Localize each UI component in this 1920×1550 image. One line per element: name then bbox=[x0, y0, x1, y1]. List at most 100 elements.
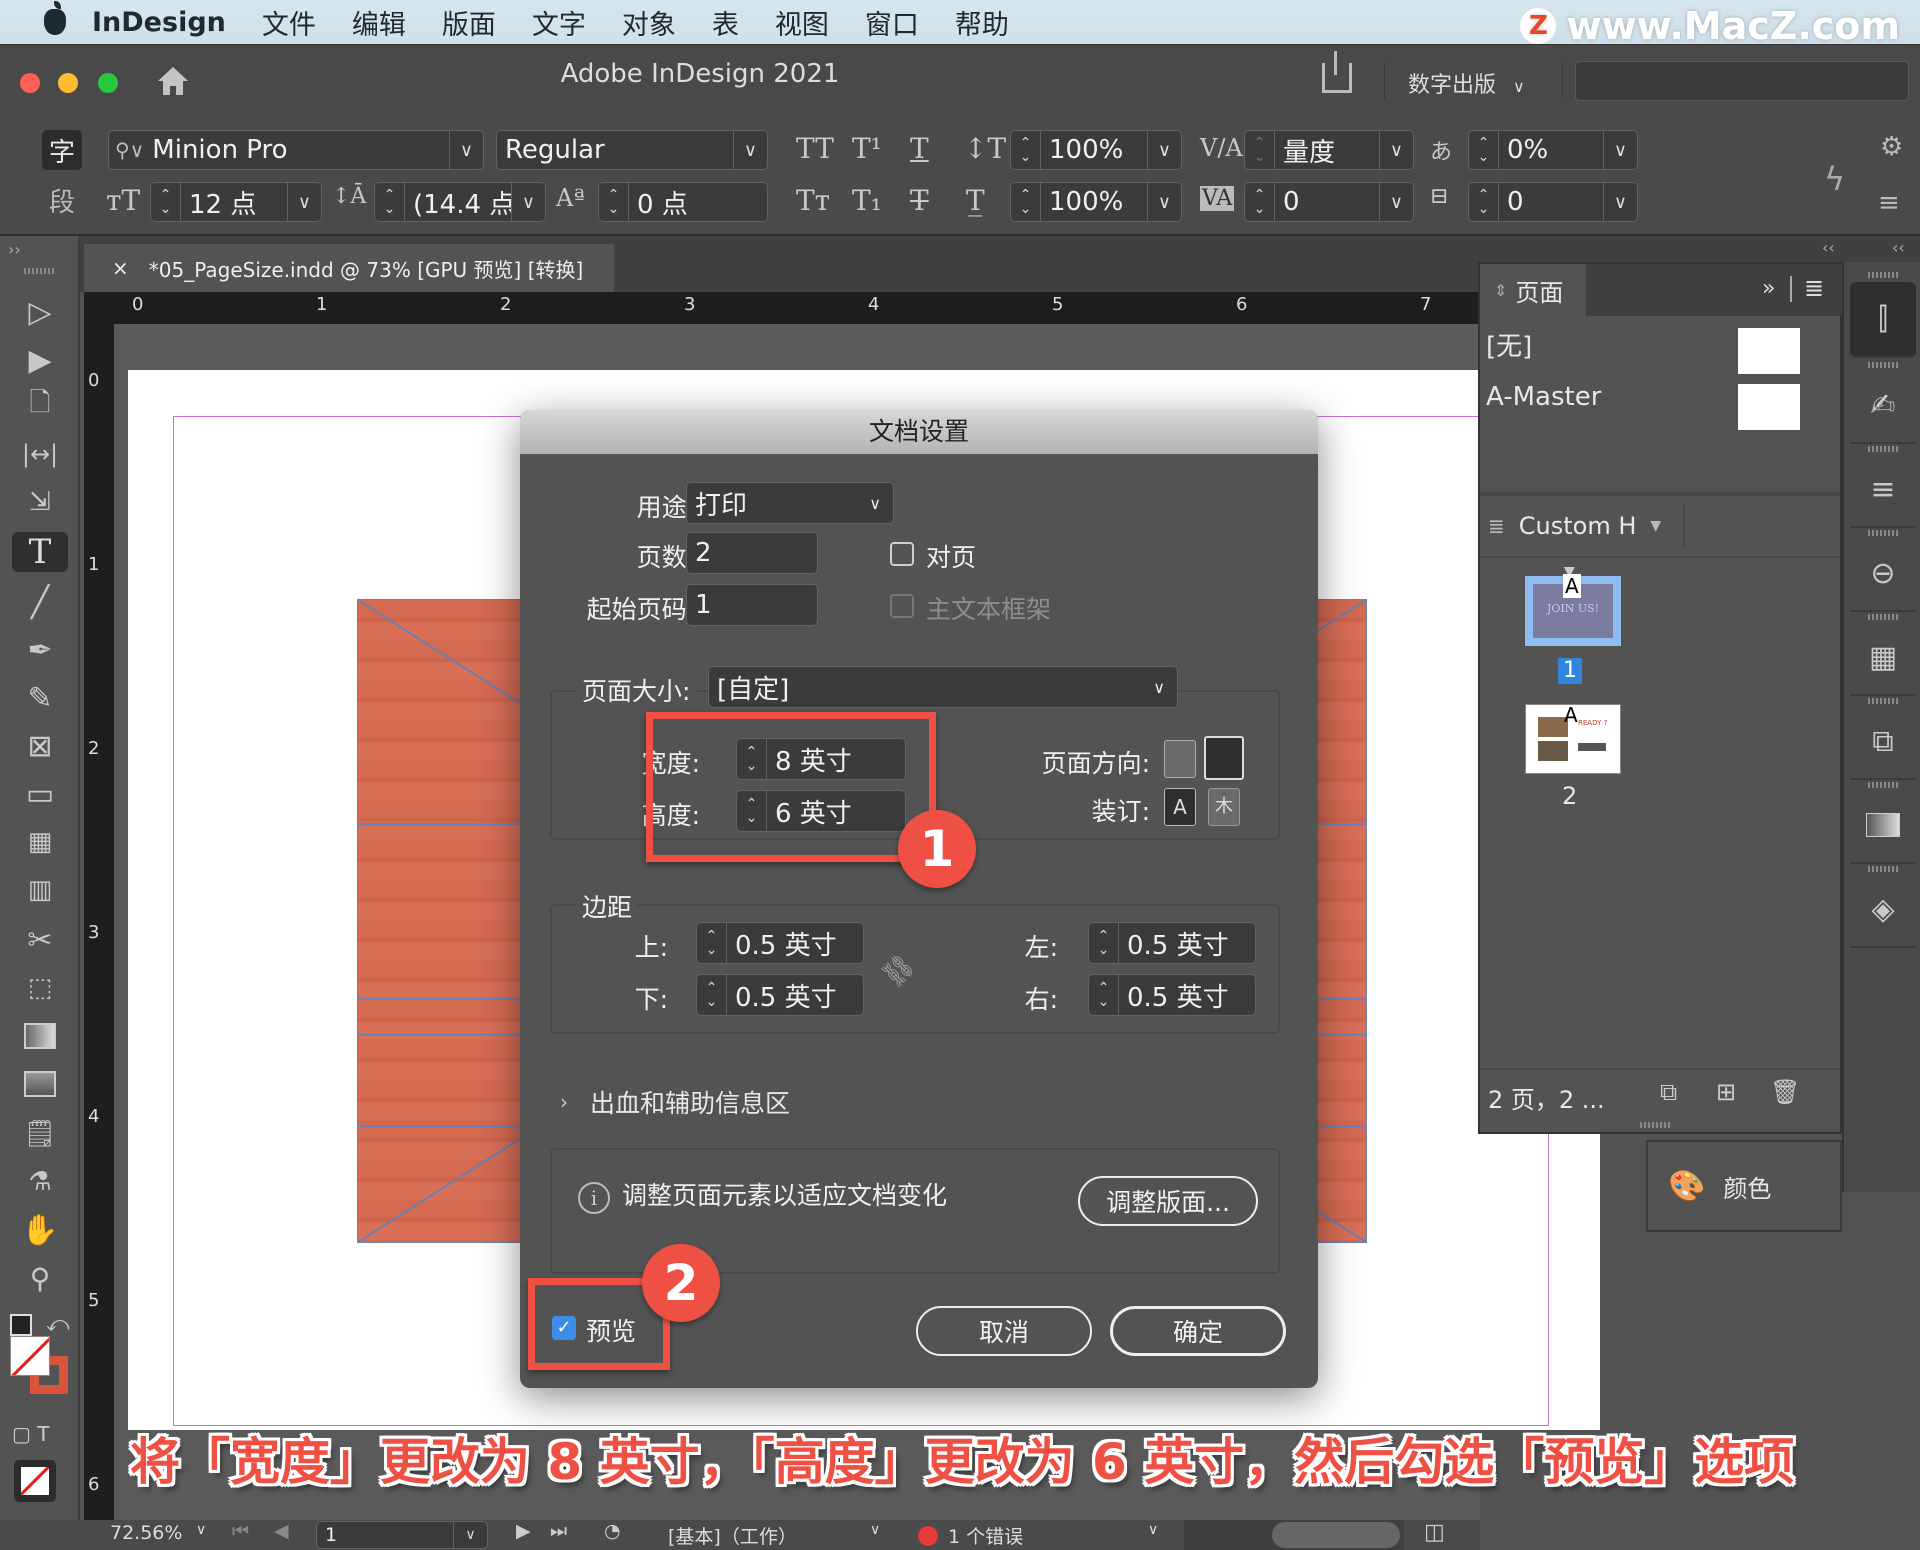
split-window-icon[interactable]: ◫ bbox=[1424, 1520, 1445, 1545]
preflight-profile[interactable]: [基本]（工作） bbox=[668, 1522, 797, 1549]
new-page-icon[interactable]: ⊞ bbox=[1716, 1078, 1736, 1106]
content-collector-tool-icon[interactable]: ⇲ bbox=[12, 482, 68, 522]
edit-page-size-icon[interactable]: ⧉ bbox=[1660, 1078, 1677, 1106]
strikethrough-icon[interactable]: T bbox=[910, 184, 929, 217]
pages-input[interactable]: 2 bbox=[686, 532, 818, 574]
cc-libraries-icon[interactable]: ✍ bbox=[1850, 368, 1916, 444]
page-2-thumb[interactable]: READY ? A bbox=[1525, 703, 1621, 774]
tsume-field[interactable]: ⌃ ⌄ 0% ∨ bbox=[1468, 130, 1638, 170]
links-icon[interactable]: ⊖ bbox=[1850, 536, 1916, 612]
scrollbar-thumb[interactable] bbox=[1272, 1522, 1400, 1548]
default-fill-stroke-icon[interactable] bbox=[10, 1314, 32, 1336]
panel-menu-icon[interactable]: ≣ bbox=[1804, 274, 1824, 302]
preflight-icon[interactable]: ◔ bbox=[604, 1520, 621, 1542]
trash-icon[interactable]: 🗑 bbox=[1770, 1078, 1800, 1106]
quick-actions-lightning-icon[interactable]: ϟ bbox=[1824, 160, 1845, 198]
menu-app-name[interactable]: InDesign bbox=[92, 7, 226, 38]
pages-view-selector[interactable]: ≣ Custom H ▼ bbox=[1480, 496, 1840, 558]
margin-right-input[interactable]: ⌃ ⌄ 0.5 英寸 bbox=[1088, 974, 1256, 1016]
chevron-down-icon[interactable]: ∨ bbox=[449, 131, 483, 169]
stepper-icon[interactable]: ⌃ ⌄ bbox=[697, 975, 727, 1015]
baseline-shift-field[interactable]: ⌃ ⌄ 0 点 bbox=[598, 182, 768, 222]
scissors-tool-icon[interactable]: ✂ bbox=[12, 920, 68, 960]
pencil-tool-icon[interactable]: ✎ bbox=[12, 678, 68, 718]
last-page-icon[interactable]: ⏭ bbox=[550, 1520, 567, 1542]
chevron-down-icon[interactable]: ∨ bbox=[1379, 183, 1413, 221]
intent-select[interactable]: 打印 ∨ bbox=[686, 482, 894, 524]
character-mode-button[interactable]: 字 bbox=[42, 130, 82, 170]
expand-panel-icon[interactable]: » bbox=[1762, 276, 1775, 301]
horizontal-scale-field[interactable]: ⌃ ⌄ 100% ∨ bbox=[1010, 182, 1182, 222]
menu-view[interactable]: 视图 bbox=[775, 3, 829, 42]
small-caps-icon[interactable]: Tᴛ bbox=[796, 184, 830, 217]
page-1-thumb[interactable]: JOIN US! A bbox=[1525, 574, 1621, 646]
stepper-icon[interactable]: ⌃ ⌄ bbox=[151, 183, 181, 221]
grip-handle[interactable] bbox=[1640, 1122, 1670, 1128]
chevron-down-icon[interactable]: ∨ bbox=[196, 1522, 206, 1538]
margin-top-input[interactable]: ⌃ ⌄ 0.5 英寸 bbox=[696, 922, 864, 964]
pen-tool-icon[interactable]: ✒ bbox=[12, 630, 68, 670]
grid-count-field[interactable]: ⌃ ⌄ 0 ∨ bbox=[1468, 182, 1638, 222]
zoom-level[interactable]: 72.56% bbox=[110, 1522, 182, 1544]
stepper-icon[interactable]: ⌃ ⌄ bbox=[1089, 975, 1119, 1015]
stepper-icon[interactable]: ⌃ ⌄ bbox=[1245, 131, 1275, 169]
master-a[interactable]: A-Master bbox=[1486, 382, 1601, 412]
superscript-icon[interactable]: T¹ bbox=[852, 132, 882, 165]
vertical-scale-field[interactable]: ⌃ ⌄ 100% ∨ bbox=[1010, 130, 1182, 170]
first-page-icon[interactable]: ⏮ bbox=[232, 1520, 249, 1542]
gradient-icon[interactable] bbox=[1850, 788, 1916, 864]
grip-handle[interactable] bbox=[24, 268, 54, 274]
menu-layout[interactable]: 版面 bbox=[442, 3, 496, 42]
facing-pages-checkbox[interactable] bbox=[890, 542, 914, 566]
stepper-icon[interactable]: ⌃ ⌄ bbox=[1011, 131, 1041, 169]
table-tool-icon[interactable]: ▦ bbox=[12, 822, 68, 862]
chevron-down-icon[interactable]: ∨ bbox=[453, 1522, 487, 1548]
stepper-icon[interactable]: ⌃ ⌄ bbox=[697, 923, 727, 963]
start-page-input[interactable]: 1 bbox=[686, 584, 818, 626]
margin-bottom-input[interactable]: ⌃ ⌄ 0.5 英寸 bbox=[696, 974, 864, 1016]
left-to-right-binding-icon[interactable]: A bbox=[1164, 788, 1196, 826]
rectangle-tool-icon[interactable]: ▭ bbox=[12, 774, 68, 814]
tracking-field[interactable]: ⌃ ⌄ 0 ∨ bbox=[1244, 182, 1414, 222]
swap-fill-stroke-icon[interactable]: ⤺ bbox=[46, 1312, 70, 1337]
adjust-layout-button[interactable]: 调整版面... bbox=[1078, 1176, 1258, 1226]
chevron-down-icon[interactable]: ∨ bbox=[870, 1522, 880, 1538]
all-caps-icon[interactable]: TT bbox=[796, 132, 834, 165]
gap-tool-icon[interactable]: |↔| bbox=[12, 434, 68, 474]
previous-page-icon[interactable]: ◀ bbox=[274, 1520, 289, 1542]
page-2-number[interactable]: 2 bbox=[1562, 782, 1577, 810]
close-tab-icon[interactable]: × bbox=[112, 256, 129, 280]
pages-panel-icon[interactable]: ⫿ bbox=[1850, 282, 1916, 358]
rectangle-frame-tool-icon[interactable]: ⊠ bbox=[12, 726, 68, 766]
menu-table[interactable]: 表 bbox=[712, 3, 739, 42]
leading-field[interactable]: ⌃ ⌄ (14.4 点 ∨ bbox=[374, 182, 546, 222]
selection-tool-icon[interactable]: ▷ bbox=[12, 292, 68, 332]
table-column-tool-icon[interactable]: ▥ bbox=[12, 870, 68, 910]
fill-swatch-none[interactable] bbox=[10, 1336, 50, 1376]
pages-panel-tab[interactable]: ⇕ 页面 bbox=[1480, 264, 1586, 316]
menu-edit[interactable]: 编辑 bbox=[352, 3, 406, 42]
direct-selection-tool-icon[interactable]: ▶ bbox=[12, 340, 68, 380]
next-page-icon[interactable]: ▶ bbox=[516, 1520, 531, 1542]
gear-icon[interactable]: ⚙ bbox=[1880, 132, 1903, 162]
chevron-down-icon[interactable]: ∨ bbox=[1379, 131, 1413, 169]
swatches-icon[interactable]: ▦ bbox=[1850, 620, 1916, 696]
collapse-panels-icon[interactable]: ‹‹ bbox=[1822, 238, 1835, 257]
menu-help[interactable]: 帮助 bbox=[955, 3, 1009, 42]
share-icon[interactable] bbox=[1322, 51, 1352, 93]
chevron-down-icon[interactable]: ∨ bbox=[1147, 183, 1181, 221]
chevron-down-icon[interactable]: ∨ bbox=[287, 183, 321, 221]
line-tool-icon[interactable]: ╱ bbox=[12, 582, 68, 622]
right-to-left-binding-icon[interactable]: 木 bbox=[1208, 788, 1240, 826]
kerning-field[interactable]: ⌃ ⌄ 量度 ∨ bbox=[1244, 130, 1414, 170]
page-number-field[interactable]: 1 ∨ bbox=[316, 1521, 488, 1549]
master-a-thumb[interactable] bbox=[1738, 384, 1800, 430]
hand-tool-icon[interactable]: ✋ bbox=[12, 1210, 68, 1250]
chevron-down-icon[interactable]: ∨ bbox=[733, 131, 767, 169]
document-tab[interactable]: × *05_PageSize.indd @ 73% [GPU 预览] [转换] bbox=[84, 244, 614, 292]
gradient-feather-tool-icon[interactable] bbox=[12, 1064, 68, 1104]
color-panel-button[interactable]: 🎨 颜色 bbox=[1646, 1140, 1842, 1232]
master-none-thumb[interactable] bbox=[1738, 328, 1800, 374]
portrait-orientation-icon[interactable] bbox=[1164, 740, 1196, 778]
underline-icon[interactable]: T bbox=[910, 132, 929, 165]
